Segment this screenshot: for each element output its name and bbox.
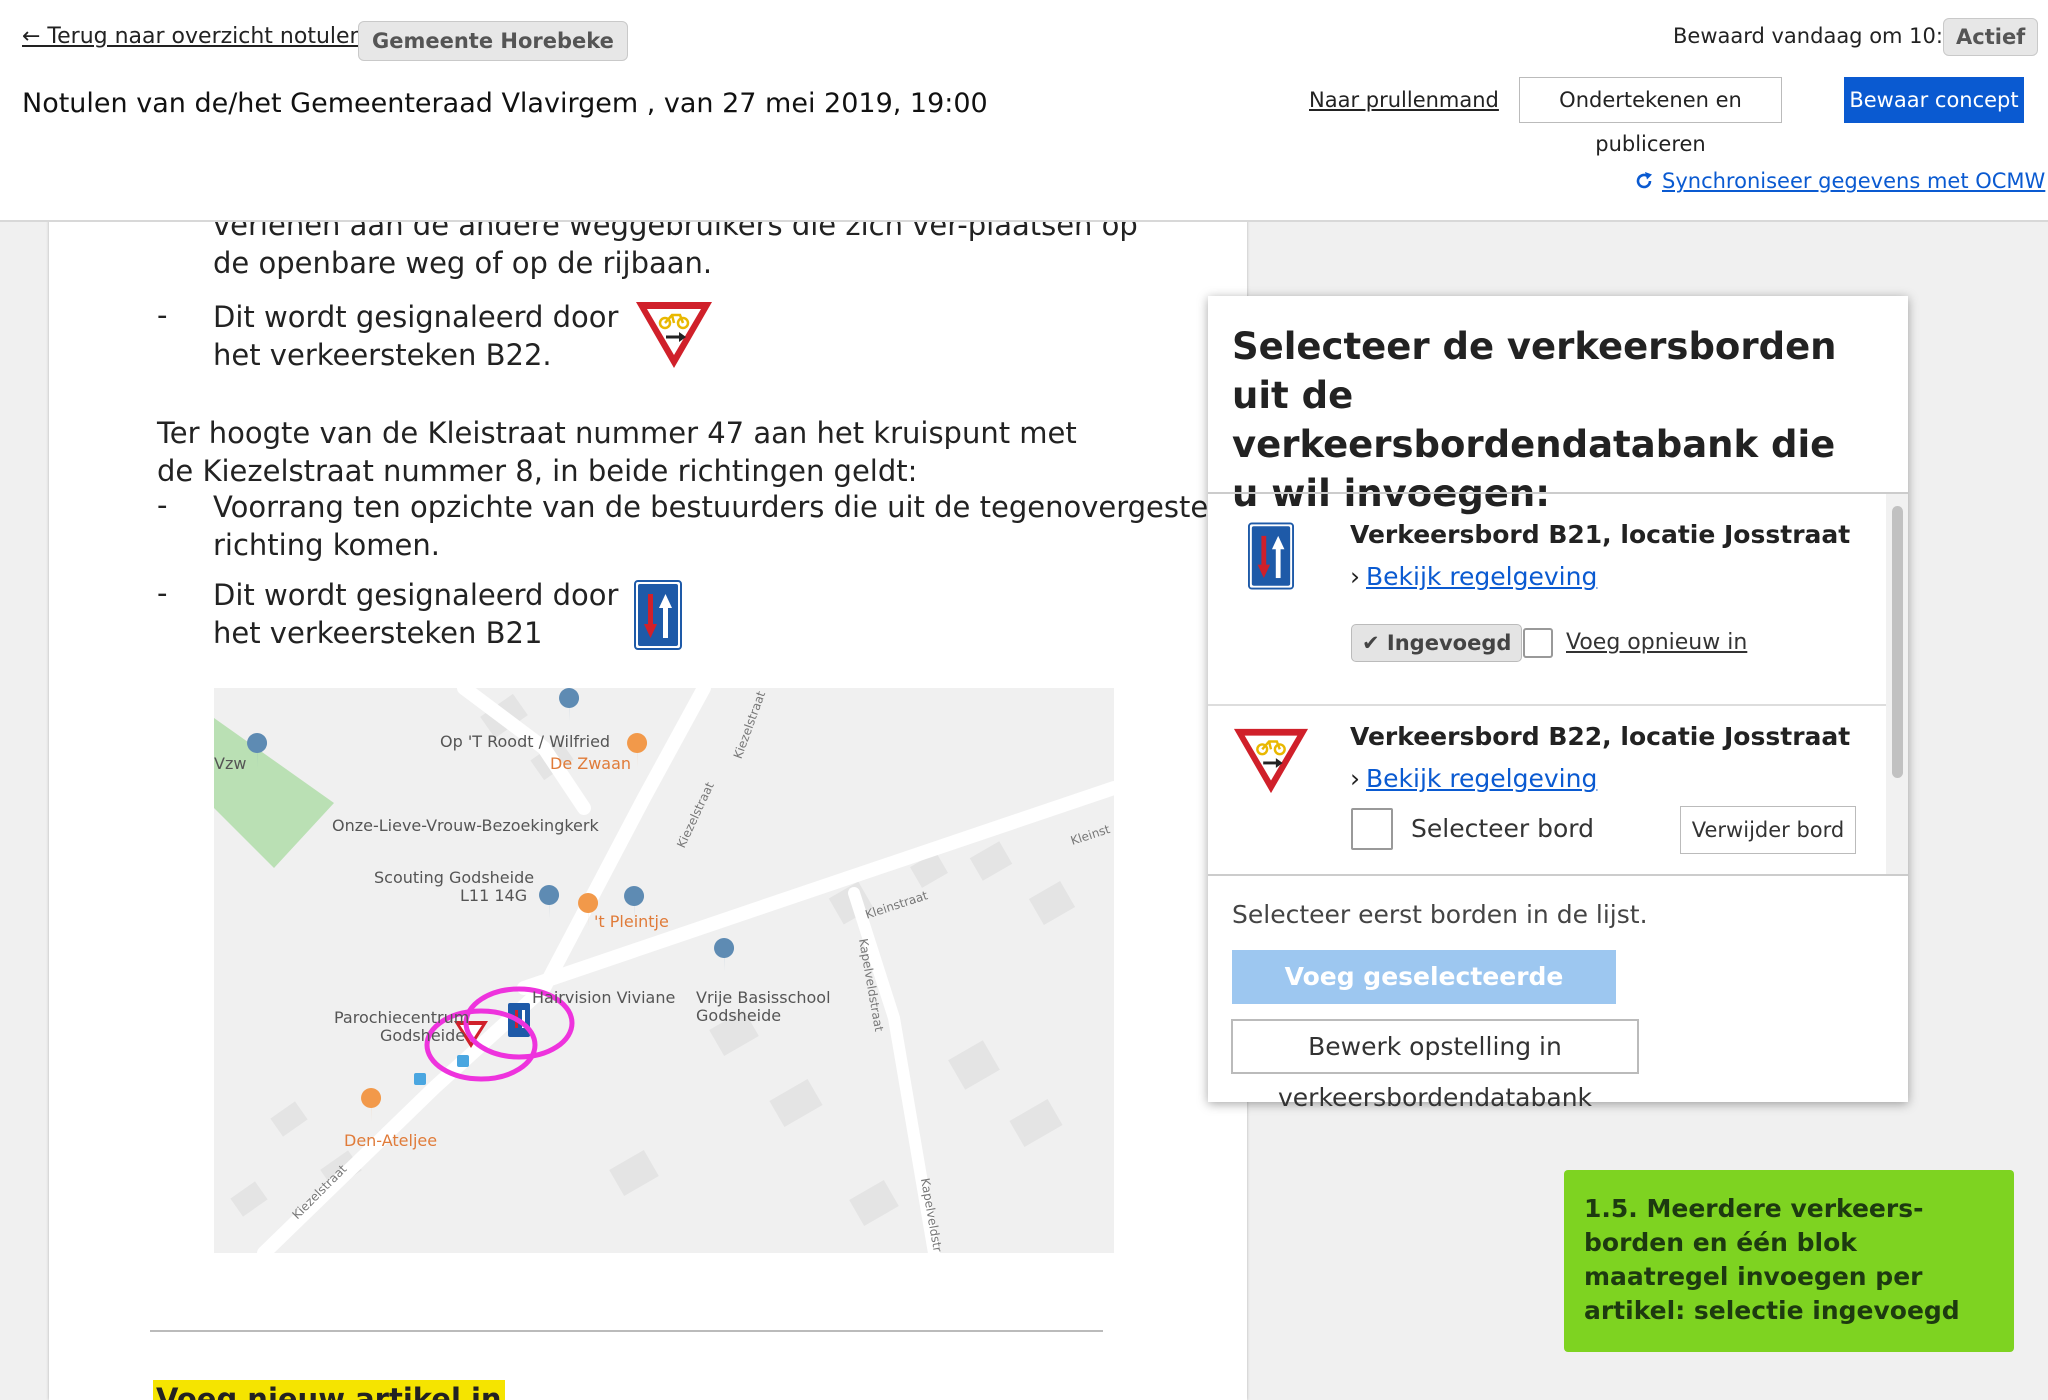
map-label: Onze-Lieve-Vrouw-Bezoekingkerk bbox=[332, 816, 599, 835]
organization-badge: Gemeente Horebeke bbox=[358, 21, 628, 61]
add-article-button[interactable]: Voeg nieuw artikel in bbox=[153, 1380, 505, 1400]
bullet-dash: - bbox=[157, 576, 168, 610]
document-editor[interactable]: verlenen aan de andere weggebruikers die… bbox=[49, 220, 1247, 1400]
divider bbox=[150, 1330, 1103, 1332]
sign-title: Verkeersbord B21, locatie Josstraat bbox=[1350, 520, 1851, 549]
view-regulation-link[interactable]: › Bekijk regelgeving bbox=[1350, 562, 1597, 591]
traffic-sign-b22-icon bbox=[636, 302, 712, 368]
map-label: Hairvision Viviane bbox=[532, 988, 676, 1007]
traffic-sign-select-dialog: Selecteer de verkeersborden uit de verke… bbox=[1208, 296, 1908, 1112]
list-item: Verkeersbord B22, locatie Josstraat › Bek… bbox=[1208, 706, 1886, 874]
bullet-text: Dit wordt gesignaleerd door bbox=[213, 300, 619, 334]
paragraph-line: de openbare weg of op de rijbaan. bbox=[213, 246, 713, 280]
map-image: Vzw Op 'T Roodt / Wilfried De Zwaan Onze… bbox=[214, 688, 1114, 1253]
save-draft-button[interactable]: Bewaar concept bbox=[1844, 77, 2024, 123]
map-label: Godsheide bbox=[380, 1026, 466, 1045]
view-regulation-link[interactable]: › Bekijk regelgeving bbox=[1350, 764, 1597, 793]
paragraph-line: de Kiezelstraat nummer 8, in beide richt… bbox=[157, 454, 918, 488]
map-label: L11 14G bbox=[460, 886, 528, 905]
dialog-title: Selecteer de verkeersborden uit de verke… bbox=[1232, 325, 1837, 515]
paragraph-line: Ter hoogte van de Kleistraat nummer 47 a… bbox=[157, 416, 1077, 450]
bullet-text: Voorrang ten opzichte van de bestuurders… bbox=[213, 490, 1247, 524]
map-label: Vrije Basisschool bbox=[696, 988, 831, 1007]
select-sign-label[interactable]: Selecteer bord bbox=[1411, 814, 1594, 843]
edit-placement-button[interactable]: Bewerk opstelling in verkeersbordendatab… bbox=[1231, 1019, 1639, 1112]
view-regulation-label: Bekijk regelgeving bbox=[1366, 764, 1598, 793]
checkmark-icon: ✔ bbox=[1362, 631, 1380, 655]
sign-title: Verkeersbord B22, locatie Josstraat bbox=[1350, 722, 1851, 751]
insert-selected-signs-button[interactable]: Voeg geselecteerde borden in bbox=[1232, 950, 1616, 1045]
sync-ocmw-link[interactable]: Synchroniseer gegevens met OCMW bbox=[1634, 169, 2045, 193]
step-annotation-note: 1.5. Meerdere verkeers-borden en één blo… bbox=[1564, 1170, 2014, 1352]
trash-link[interactable]: Naar prullenmand bbox=[1309, 88, 1499, 112]
bullet-dash: - bbox=[157, 488, 168, 522]
traffic-sign-list[interactable]: Verkeersbord B21, locatie Josstraat › Bek… bbox=[1208, 492, 1908, 876]
list-item: Verkeersbord B21, locatie Josstraat › Bek… bbox=[1208, 494, 1886, 704]
bullet-text: het verkeersteken B21 bbox=[213, 616, 543, 650]
traffic-sign-b22-icon bbox=[1233, 728, 1309, 794]
remove-sign-button[interactable]: Verwijder bord bbox=[1680, 806, 1856, 854]
bullet-dash: - bbox=[157, 298, 168, 332]
status-badge: Actief bbox=[1943, 18, 2039, 56]
map-label: Op 'T Roodt / Wilfried bbox=[440, 732, 611, 751]
scrollbar[interactable] bbox=[1886, 494, 1908, 874]
top-bar: ← Terug naar overzicht notulen Gemeente … bbox=[0, 0, 2048, 222]
map-label: Godsheide bbox=[696, 1006, 782, 1025]
select-sign-checkbox[interactable] bbox=[1351, 808, 1393, 850]
selection-hint: Selecteer eerst borden in de lijst. bbox=[1232, 900, 1648, 929]
back-to-overview-link[interactable]: ← Terug naar overzicht notulen bbox=[22, 24, 364, 49]
map-canvas bbox=[214, 688, 1114, 1253]
map-label: De Zwaan bbox=[550, 754, 632, 773]
refresh-icon bbox=[1636, 172, 1652, 189]
inserted-badge-label: Ingevoegd bbox=[1386, 631, 1512, 655]
reinsert-label[interactable]: Voeg opnieuw in bbox=[1566, 630, 1747, 655]
chevron-right-icon: › bbox=[1350, 764, 1360, 793]
traffic-sign-b21-icon bbox=[634, 580, 682, 650]
bullet-text: Dit wordt gesignaleerd door bbox=[213, 578, 619, 612]
map-label: Vzw bbox=[214, 754, 247, 773]
map-label: Scouting Godsheide bbox=[374, 868, 535, 887]
bullet-text: richting komen. bbox=[213, 528, 440, 562]
view-regulation-label: Bekijk regelgeving bbox=[1366, 562, 1598, 591]
paragraph-line: verlenen aan de andere weggebruikers die… bbox=[213, 220, 1138, 242]
bullet-text: het verkeersteken B22. bbox=[213, 338, 552, 372]
chevron-right-icon: › bbox=[1350, 562, 1360, 591]
map-label: 't Pleintje bbox=[594, 912, 669, 931]
scrollbar-thumb[interactable] bbox=[1892, 506, 1903, 778]
saved-status-text: Bewaard vandaag om 10:57 bbox=[1673, 24, 1970, 48]
page-title: Notulen van de/het Gemeenteraad Vlavirge… bbox=[22, 88, 988, 119]
inserted-badge: ✔ Ingevoegd bbox=[1351, 624, 1523, 662]
reinsert-checkbox[interactable] bbox=[1523, 628, 1553, 658]
sign-and-publish-button[interactable]: Ondertekenen en publiceren bbox=[1519, 77, 1782, 156]
traffic-sign-b21-icon bbox=[1248, 522, 1294, 590]
map-label: Parochiecentrum bbox=[334, 1008, 470, 1027]
map-label: Den-Ateljee bbox=[344, 1131, 438, 1150]
sync-link-label: Synchroniseer gegevens met OCMW bbox=[1662, 169, 2046, 193]
